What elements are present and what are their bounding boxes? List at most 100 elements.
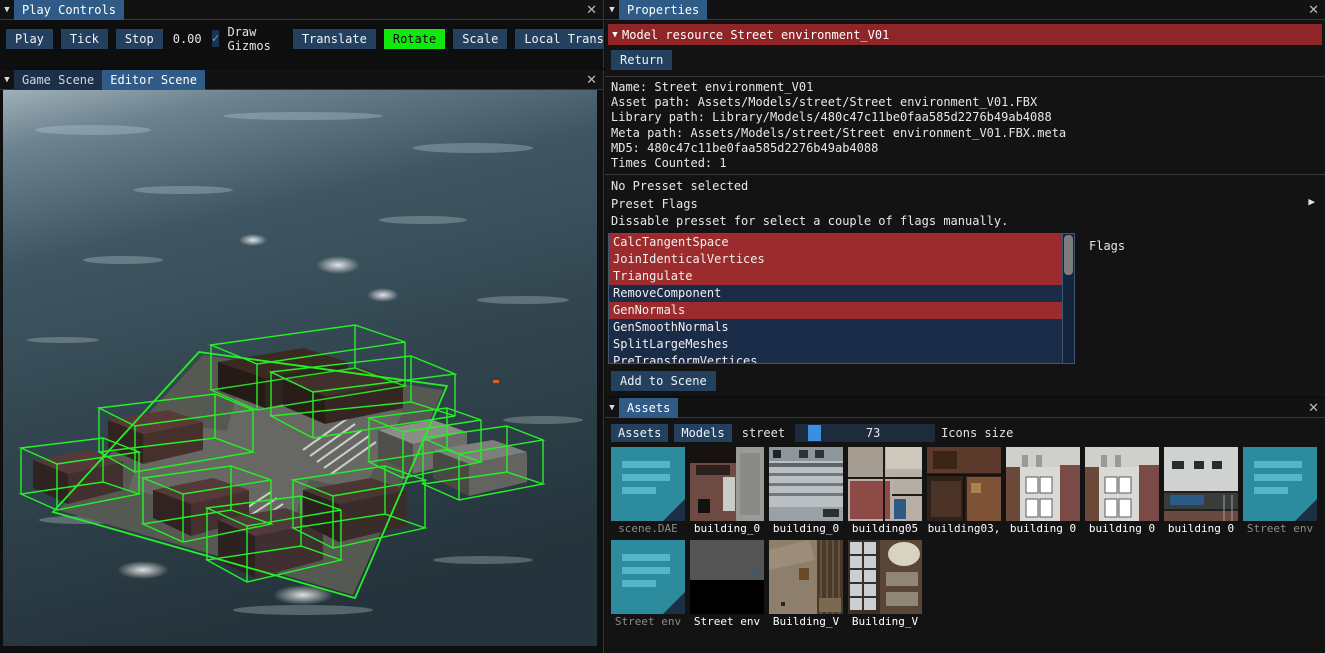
asset-label: Building_V bbox=[851, 615, 919, 628]
properties-titlebar: ▼ Properties ✕ bbox=[605, 0, 1325, 20]
collapse-triangle-icon[interactable]: ▼ bbox=[0, 0, 14, 20]
asset-thumbnail[interactable] bbox=[1164, 447, 1238, 521]
close-icon[interactable]: ✕ bbox=[586, 0, 597, 20]
document-icon bbox=[611, 540, 685, 614]
resource-header[interactable]: ▼ Model resource Street environment_V01 bbox=[608, 24, 1322, 45]
close-icon[interactable]: ✕ bbox=[586, 70, 597, 90]
flag-item[interactable]: PreTransformVertices bbox=[609, 352, 1062, 363]
translate-button[interactable]: Translate bbox=[292, 28, 376, 49]
scene-titlebar: ▼ Game Scene Editor Scene ✕ bbox=[0, 69, 603, 90]
play-button[interactable]: Play bbox=[6, 28, 53, 49]
transform-space-button[interactable]: Local Transfo bbox=[515, 28, 603, 49]
icon-size-slider[interactable]: 73 bbox=[795, 424, 936, 442]
asset-thumbnail[interactable] bbox=[690, 447, 764, 521]
rotate-button[interactable]: Rotate bbox=[383, 28, 446, 49]
resource-metadata: Name: Street environment_V01 Asset path:… bbox=[605, 76, 1325, 174]
editor-window: ▼ Play Controls ✕ Play Tick Stop 0.00 ✓ … bbox=[0, 0, 1325, 653]
asset-label: Building_V bbox=[772, 615, 840, 628]
asset-item[interactable]: building_0 bbox=[690, 447, 764, 536]
meta-library-path: Library path: Library/Models/480c47c11be… bbox=[611, 110, 1052, 125]
asset-item[interactable]: building 0 bbox=[1085, 447, 1159, 536]
tab-editor-scene[interactable]: Editor Scene bbox=[102, 69, 205, 90]
flag-item[interactable]: Triangulate bbox=[609, 267, 1062, 285]
scene-panel: ▼ Game Scene Editor Scene ✕ bbox=[0, 69, 604, 653]
draw-gizmos-checkbox[interactable]: ✓ bbox=[211, 30, 220, 47]
asset-item[interactable]: Street env bbox=[690, 540, 764, 629]
preset-status-label: No Presset selected bbox=[611, 179, 749, 194]
close-icon[interactable]: ✕ bbox=[1308, 398, 1319, 418]
asset-item[interactable]: building 0 bbox=[1164, 447, 1238, 536]
breadcrumb-models[interactable]: Models bbox=[674, 424, 732, 442]
asset-item[interactable]: scene.DAE bbox=[611, 447, 685, 536]
flag-item[interactable]: RemoveComponent bbox=[609, 284, 1062, 302]
asset-item[interactable]: building 0 bbox=[1006, 447, 1080, 536]
asset-thumbnail[interactable] bbox=[848, 447, 922, 521]
assets-grid: scene.DAE building_0 building_0 building… bbox=[605, 444, 1325, 629]
flag-item[interactable]: GenNormals bbox=[609, 301, 1062, 319]
meta-times-counted: Times Counted: 1 bbox=[611, 156, 727, 171]
collapse-triangle-icon[interactable]: ▼ bbox=[605, 398, 619, 418]
asset-item[interactable]: Street env bbox=[1243, 447, 1317, 536]
document-icon bbox=[611, 447, 685, 521]
asset-item[interactable]: Building_V bbox=[769, 540, 843, 629]
flag-item[interactable]: CalcTangentSpace bbox=[609, 233, 1062, 251]
flag-item[interactable]: JoinIdenticalVertices bbox=[609, 250, 1062, 268]
asset-thumbnail[interactable] bbox=[611, 447, 685, 521]
asset-thumbnail[interactable] bbox=[1006, 447, 1080, 521]
collapse-triangle-icon[interactable]: ▼ bbox=[608, 25, 622, 45]
preset-flags-label[interactable]: Preset Flags bbox=[611, 196, 1325, 214]
icon-size-label: Icons size bbox=[941, 426, 1014, 440]
asset-item[interactable]: building_0 bbox=[769, 447, 843, 536]
tab-properties[interactable]: Properties bbox=[619, 0, 708, 20]
play-controls-titlebar: ▼ Play Controls ✕ bbox=[0, 0, 603, 20]
add-to-scene-row: Add to Scene bbox=[605, 364, 1325, 391]
time-value: 0.00 bbox=[172, 31, 202, 46]
asset-thumbnail[interactable] bbox=[769, 540, 843, 614]
tab-play-controls[interactable]: Play Controls bbox=[14, 0, 124, 20]
asset-item[interactable]: building05 bbox=[848, 447, 922, 536]
flags-row: CalcTangentSpace JoinIdenticalVertices T… bbox=[605, 232, 1325, 364]
asset-thumbnail[interactable] bbox=[1243, 447, 1317, 521]
asset-thumbnail[interactable] bbox=[848, 540, 922, 614]
tab-game-scene[interactable]: Game Scene bbox=[14, 69, 103, 90]
texture-preview bbox=[1006, 447, 1080, 521]
close-icon[interactable]: ✕ bbox=[1308, 0, 1319, 20]
preset-hint-label: Dissable presset for select a couple of … bbox=[611, 214, 1009, 229]
return-button[interactable]: Return bbox=[611, 50, 673, 70]
add-to-scene-button[interactable]: Add to Scene bbox=[611, 370, 716, 391]
document-icon bbox=[1243, 447, 1317, 521]
asset-thumbnail[interactable] bbox=[611, 540, 685, 614]
assets-titlebar: ▼ Assets ✕ bbox=[605, 397, 1325, 418]
texture-preview bbox=[848, 447, 922, 521]
asset-label: Street env bbox=[614, 615, 682, 628]
flag-item[interactable]: SplitLargeMeshes bbox=[609, 335, 1062, 353]
flags-scrollbar[interactable] bbox=[1063, 232, 1075, 364]
asset-label: scene.DAE bbox=[618, 522, 678, 535]
asset-thumbnail[interactable] bbox=[690, 540, 764, 614]
breadcrumb-street[interactable]: street bbox=[738, 424, 789, 442]
tick-button[interactable]: Tick bbox=[60, 28, 108, 49]
play-controls-panel: ▼ Play Controls ✕ Play Tick Stop 0.00 ✓ … bbox=[0, 0, 604, 68]
assets-toolbar: Assets Models street 73 Icons size bbox=[605, 418, 1325, 444]
asset-item[interactable]: building03, bbox=[927, 447, 1001, 536]
tab-assets[interactable]: Assets bbox=[619, 397, 679, 418]
asset-thumbnail[interactable] bbox=[927, 447, 1001, 521]
asset-thumbnail[interactable] bbox=[1085, 447, 1159, 521]
flag-item[interactable]: GenSmoothNormals bbox=[609, 318, 1062, 336]
icon-size-slider-handle[interactable] bbox=[808, 425, 822, 441]
breadcrumb-assets[interactable]: Assets bbox=[611, 424, 669, 442]
scene-viewport[interactable] bbox=[3, 90, 597, 646]
asset-label: Street env bbox=[1246, 522, 1314, 535]
meta-asset-path: Asset path: Assets/Models/street/Street … bbox=[611, 95, 1038, 110]
flags-scrollbar-thumb[interactable] bbox=[1064, 234, 1073, 275]
asset-item[interactable]: Street env bbox=[611, 540, 685, 629]
flags-list[interactable]: CalcTangentSpace JoinIdenticalVertices T… bbox=[608, 232, 1063, 364]
stop-button[interactable]: Stop bbox=[115, 28, 163, 49]
asset-thumbnail[interactable] bbox=[769, 447, 843, 521]
scale-button[interactable]: Scale bbox=[453, 28, 508, 49]
collapse-triangle-icon[interactable]: ▼ bbox=[0, 70, 14, 90]
collapse-triangle-icon[interactable]: ▼ bbox=[605, 0, 619, 20]
texture-preview bbox=[848, 540, 922, 614]
play-arrow-icon[interactable]: ▶ bbox=[1308, 193, 1315, 211]
asset-item[interactable]: Building_V bbox=[848, 540, 922, 629]
